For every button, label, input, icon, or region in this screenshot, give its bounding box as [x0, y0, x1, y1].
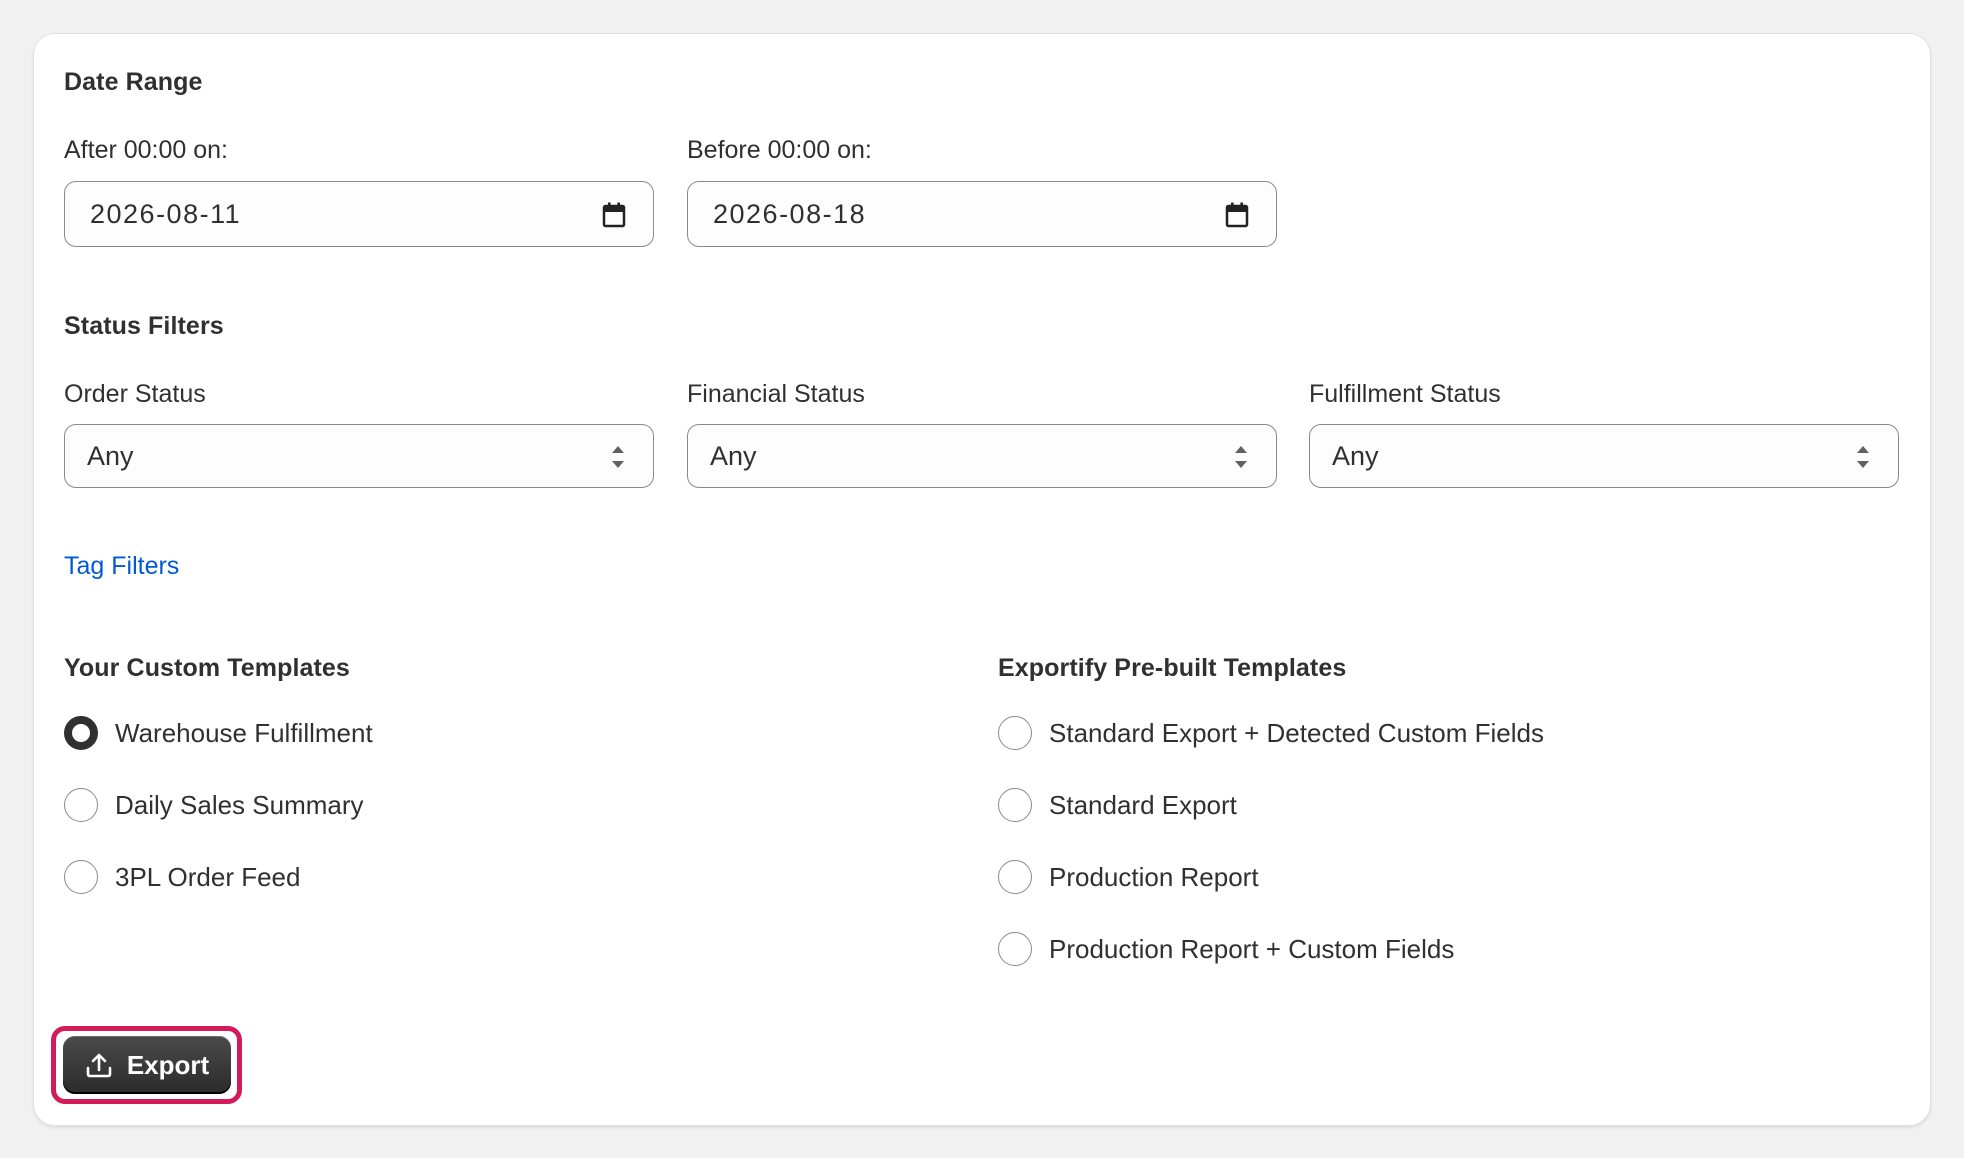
after-date-label: After 00:00 on: — [64, 136, 229, 164]
radio-button[interactable] — [998, 788, 1032, 822]
after-date-input[interactable]: 2026-08-11 — [64, 181, 654, 247]
prebuilt-template-option[interactable]: Standard Export — [998, 785, 1237, 825]
select-arrows-icon — [1235, 446, 1247, 468]
status-filters-title: Status Filters — [64, 312, 224, 340]
custom-templates-title: Your Custom Templates — [64, 654, 350, 682]
radio-button[interactable] — [998, 860, 1032, 894]
custom-template-option[interactable]: Warehouse Fulfillment — [64, 713, 373, 753]
order-status-value: Any — [87, 440, 134, 471]
radio-label: Daily Sales Summary — [115, 789, 364, 820]
radio-button-checked[interactable] — [64, 716, 98, 750]
calendar-icon[interactable] — [1225, 202, 1249, 228]
before-date-value: 2026-08-18 — [713, 198, 867, 229]
financial-status-select[interactable]: Any — [687, 424, 1277, 488]
prebuilt-template-option[interactable]: Production Report — [998, 857, 1259, 897]
order-status-label: Order Status — [64, 380, 206, 408]
prebuilt-template-option[interactable]: Production Report + Custom Fields — [998, 929, 1454, 969]
financial-status-label: Financial Status — [687, 380, 865, 408]
radio-label: Standard Export — [1049, 789, 1237, 820]
radio-label: Warehouse Fulfillment — [115, 717, 373, 748]
date-range-title: Date Range — [64, 68, 203, 96]
fulfillment-status-select[interactable]: Any — [1309, 424, 1899, 488]
radio-label: 3PL Order Feed — [115, 861, 301, 892]
order-status-select[interactable]: Any — [64, 424, 654, 488]
radio-label: Standard Export + Detected Custom Fields — [1049, 717, 1544, 748]
financial-status-value: Any — [710, 440, 757, 471]
tag-filters-link[interactable]: Tag Filters — [64, 552, 179, 581]
export-button-label: Export — [126, 1049, 210, 1080]
select-arrows-icon — [1857, 446, 1869, 468]
prebuilt-templates-title: Exportify Pre-built Templates — [998, 654, 1347, 682]
radio-button[interactable] — [998, 716, 1032, 750]
custom-template-option[interactable]: Daily Sales Summary — [64, 785, 364, 825]
select-arrows-icon — [612, 446, 624, 468]
radio-button[interactable] — [64, 860, 98, 894]
radio-label: Production Report — [1049, 861, 1259, 892]
before-date-input[interactable]: 2026-08-18 — [687, 181, 1277, 247]
radio-label: Production Report + Custom Fields — [1049, 933, 1455, 964]
radio-button[interactable] — [64, 788, 98, 822]
custom-template-option[interactable]: 3PL Order Feed — [64, 857, 300, 897]
fulfillment-status-label: Fulfillment Status — [1309, 380, 1501, 408]
calendar-icon[interactable] — [602, 202, 626, 228]
export-button[interactable]: Export — [63, 1036, 231, 1094]
before-date-label: Before 00:00 on: — [687, 136, 872, 164]
fulfillment-status-value: Any — [1332, 440, 1379, 471]
prebuilt-template-option[interactable]: Standard Export + Detected Custom Fields — [998, 713, 1544, 753]
upload-icon — [86, 1053, 112, 1078]
after-date-value: 2026-08-11 — [90, 198, 242, 229]
radio-button[interactable] — [998, 932, 1032, 966]
